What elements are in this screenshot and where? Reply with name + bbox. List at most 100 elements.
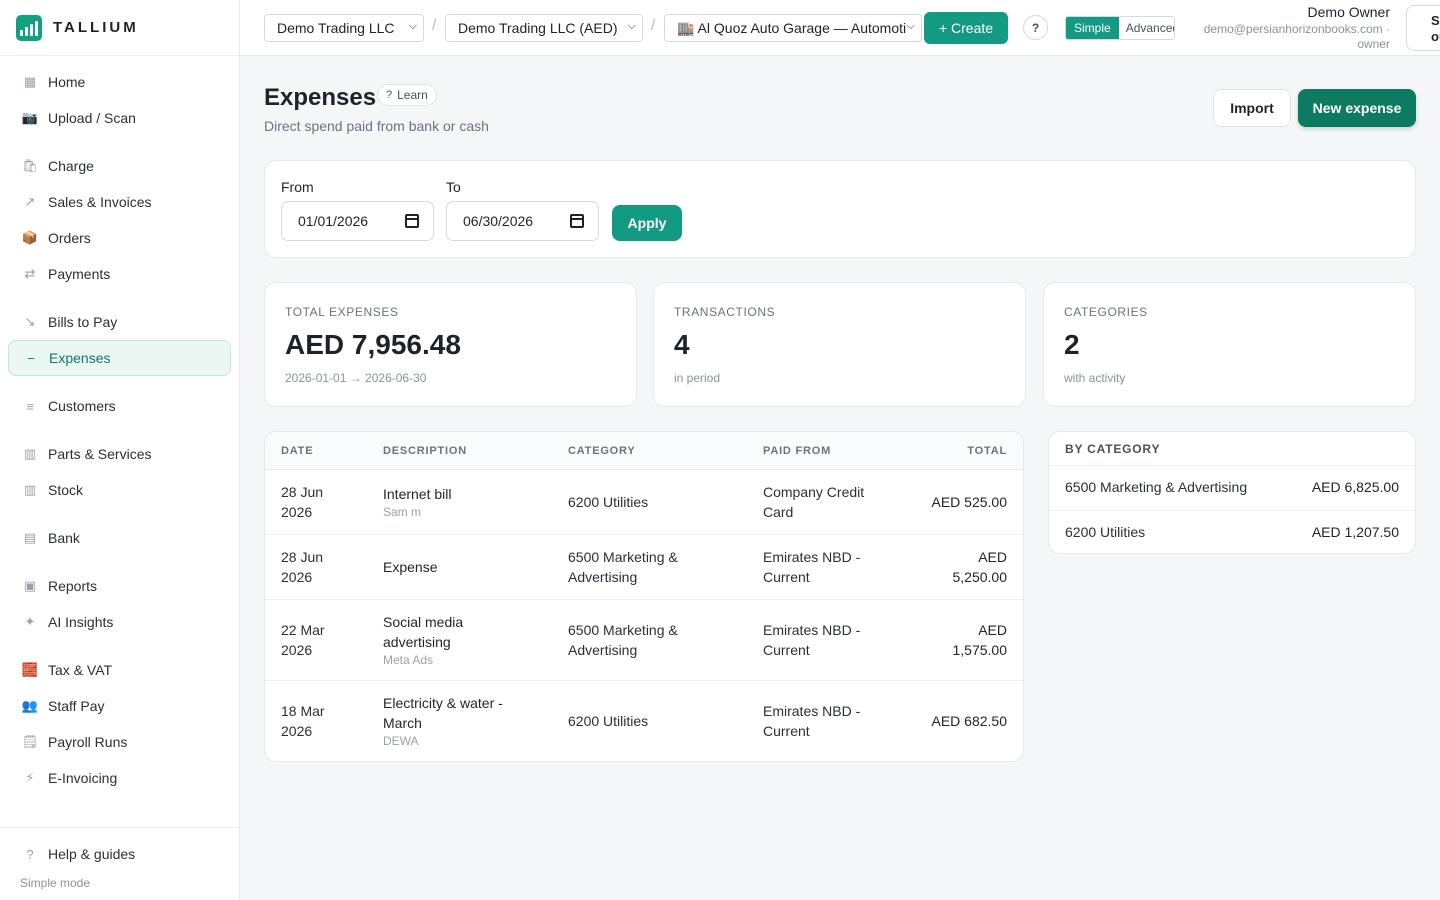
row-category: 6200 Utilities xyxy=(568,494,649,510)
stat-value: 4 xyxy=(674,329,690,360)
column-header-total[interactable]: TOTAL xyxy=(967,445,1007,457)
table-row[interactable]: 18 Mar 2026 Electricity & water - March DEW… xyxy=(265,681,1023,761)
company-select[interactable]: Demo Trading LLC ⌵ xyxy=(264,14,424,42)
apply-button[interactable]: Apply xyxy=(612,205,682,241)
chevron-down-icon: ⌵ xyxy=(408,20,417,32)
sidebar-item-staff-pay[interactable]: 👥 Staff Pay xyxy=(8,688,231,724)
bricks-icon: 🧱 xyxy=(21,662,39,677)
to-label: To xyxy=(446,179,461,195)
sidebar-item-ai-insights[interactable]: ✦ AI Insights xyxy=(8,604,231,640)
table-row[interactable]: 28 Jun 2026 Internet bill Sam m 6200 Utili… xyxy=(265,470,1023,535)
sidebar-item-stock[interactable]: ▥ Stock xyxy=(8,472,231,508)
row-total: AED 1,575.00 xyxy=(952,622,1008,658)
stat-label: CATEGORIES xyxy=(1064,305,1148,319)
company-select-value: Demo Trading LLC xyxy=(277,20,395,36)
bar-chart-logo-icon xyxy=(16,14,42,41)
page-title: Expenses xyxy=(264,84,377,111)
table-row[interactable]: 22 Mar 2026 Social media advertising Meta A… xyxy=(265,600,1023,681)
row-paid-from: Emirates NBD - Current xyxy=(763,703,861,739)
create-button[interactable]: + Create xyxy=(924,12,1008,44)
branch-select-value: 🏬 Al Quoz Auto Garage — Automoti xyxy=(677,19,907,36)
shelves-icon: ▥ xyxy=(23,482,37,497)
stat-hint: in period xyxy=(674,371,721,385)
entity-select[interactable]: Demo Trading LLC (AED) ⌵ xyxy=(445,14,643,42)
to-date-input[interactable]: 06/30/2026 xyxy=(446,201,599,241)
sidebar-item-parts-services[interactable]: ▥ Parts & Services xyxy=(8,436,231,472)
list-icon: ≡ xyxy=(26,398,34,414)
from-label: From xyxy=(281,179,314,195)
sparkle-icon: ✦ xyxy=(24,614,36,629)
stat-transactions: TRANSACTIONS 4 in period xyxy=(653,282,1026,407)
notepad-icon: 🗒 xyxy=(21,734,39,749)
swap-arrows-icon: ⇄ xyxy=(24,266,36,281)
column-header-paid-from[interactable]: PAID FROM xyxy=(763,445,831,457)
sidebar-item-label: Payroll Runs xyxy=(48,734,128,750)
sidebar-item-e-invoicing[interactable]: ⚡ E-Invoicing xyxy=(8,760,231,796)
column-header-date[interactable]: DATE xyxy=(281,445,313,457)
row-total: AED 5,250.00 xyxy=(952,549,1008,585)
stat-categories: CATEGORIES 2 with activity xyxy=(1043,282,1416,407)
sidebar-item-orders[interactable]: 📦 Orders xyxy=(8,220,231,256)
sidebar-item-charge[interactable]: 🛍 Charge xyxy=(8,148,231,184)
brand[interactable]: TALLIUM xyxy=(0,0,239,56)
category-name: 6200 Utilities xyxy=(1065,524,1146,540)
branch-select[interactable]: 🏬 Al Quoz Auto Garage — Automoti ⌵ xyxy=(664,14,922,42)
sidebar-item-help-guides[interactable]: ? Help & guides xyxy=(8,836,231,872)
mode-indicator: Simple mode xyxy=(20,876,91,890)
sidebar-item-label: Expenses xyxy=(49,350,111,366)
row-description: Internet bill Sam m xyxy=(383,484,553,520)
sidebar-item-sales-invoices[interactable]: ↗ Sales & Invoices xyxy=(8,184,231,220)
row-category: 6200 Utilities xyxy=(568,713,649,729)
arrow-up-right-icon: ↗ xyxy=(24,194,36,209)
category-name: 6500 Marketing & Advertising xyxy=(1065,479,1248,495)
row-description: Expense xyxy=(383,559,438,575)
calendar-icon[interactable] xyxy=(405,214,419,228)
sidebar-item-upload-scan[interactable]: 📷 Upload / Scan xyxy=(8,100,231,136)
sidebar-item-payroll-runs[interactable]: 🗒 Payroll Runs xyxy=(8,724,231,760)
user-email: demo@persianhorizonbooks.com · xyxy=(1203,22,1390,36)
sidebar-item-payments[interactable]: ⇄ Payments xyxy=(8,256,231,292)
by-category-panel: BY CATEGORY 6500 Marketing & Advertising… xyxy=(1048,431,1416,554)
row-paid-from: Emirates NBD - Current xyxy=(763,622,861,658)
sidebar-item-expenses[interactable]: − Expenses xyxy=(8,340,231,376)
user-name: Demo Owner xyxy=(1307,4,1390,20)
stat-hint: with activity xyxy=(1064,371,1126,385)
column-header-description[interactable]: DESCRIPTION xyxy=(383,445,467,457)
sidebar-item-tax-vat[interactable]: 🧱 Tax & VAT xyxy=(8,652,231,688)
category-row[interactable]: 6500 Marketing & Advertising AED 6,825.0… xyxy=(1049,465,1415,510)
new-expense-button[interactable]: New expense xyxy=(1298,89,1416,127)
expenses-table: DATE DESCRIPTION CATEGORY PAID FROM TOTA… xyxy=(264,431,1024,762)
table-row[interactable]: 28 Jun 2026 Expense 6500 Marketing & Adver… xyxy=(265,535,1023,600)
learn-label: Learn xyxy=(397,88,428,102)
row-date: 28 Jun 2026 xyxy=(281,549,324,585)
sidebar-item-label: E-Invoicing xyxy=(48,770,118,786)
sidebar-item-bank[interactable]: ▤ Bank xyxy=(8,520,231,556)
breadcrumb-separator: / xyxy=(651,17,656,34)
import-button[interactable]: Import xyxy=(1213,89,1291,127)
row-date: 28 Jun 2026 xyxy=(281,484,324,520)
sidebar-item-label: Sales & Invoices xyxy=(48,194,152,210)
from-date-input[interactable]: 01/01/2026 xyxy=(281,201,434,241)
sidebar-item-label: Orders xyxy=(48,230,91,246)
help-button[interactable]: ? xyxy=(1023,15,1048,40)
stat-label: TOTAL EXPENSES xyxy=(285,305,399,319)
question-icon: ? xyxy=(26,846,34,862)
sidebar-item-bills-to-pay[interactable]: ↘ Bills to Pay xyxy=(8,304,231,340)
row-date: 22 Mar 2026 xyxy=(281,622,325,658)
shopping-bag-icon: 🛍 xyxy=(21,158,39,173)
learn-button[interactable]: ? Learn xyxy=(377,84,437,106)
sidebar-item-reports[interactable]: ▣ Reports xyxy=(8,568,231,604)
report-icon: ▣ xyxy=(23,578,37,593)
sidebar-item-home[interactable]: ▦ Home xyxy=(8,64,231,100)
to-date-value: 06/30/2026 xyxy=(463,213,534,229)
stat-label: TRANSACTIONS xyxy=(674,305,776,319)
mode-simple-button[interactable]: Simple xyxy=(1066,17,1119,39)
calendar-icon[interactable] xyxy=(570,214,584,228)
sidebar-item-label: Payments xyxy=(48,266,111,282)
column-header-category[interactable]: CATEGORY xyxy=(568,445,636,457)
topbar: Demo Trading LLC ⌵ / Demo Trading LLC (A… xyxy=(240,0,1440,56)
sign-out-button[interactable]: Sign out xyxy=(1406,5,1440,51)
sidebar-item-customers[interactable]: ≡ Customers xyxy=(8,388,231,424)
category-row[interactable]: 6200 Utilities AED 1,207.50 xyxy=(1049,510,1415,553)
sidebar-item-label: Bills to Pay xyxy=(48,314,118,330)
